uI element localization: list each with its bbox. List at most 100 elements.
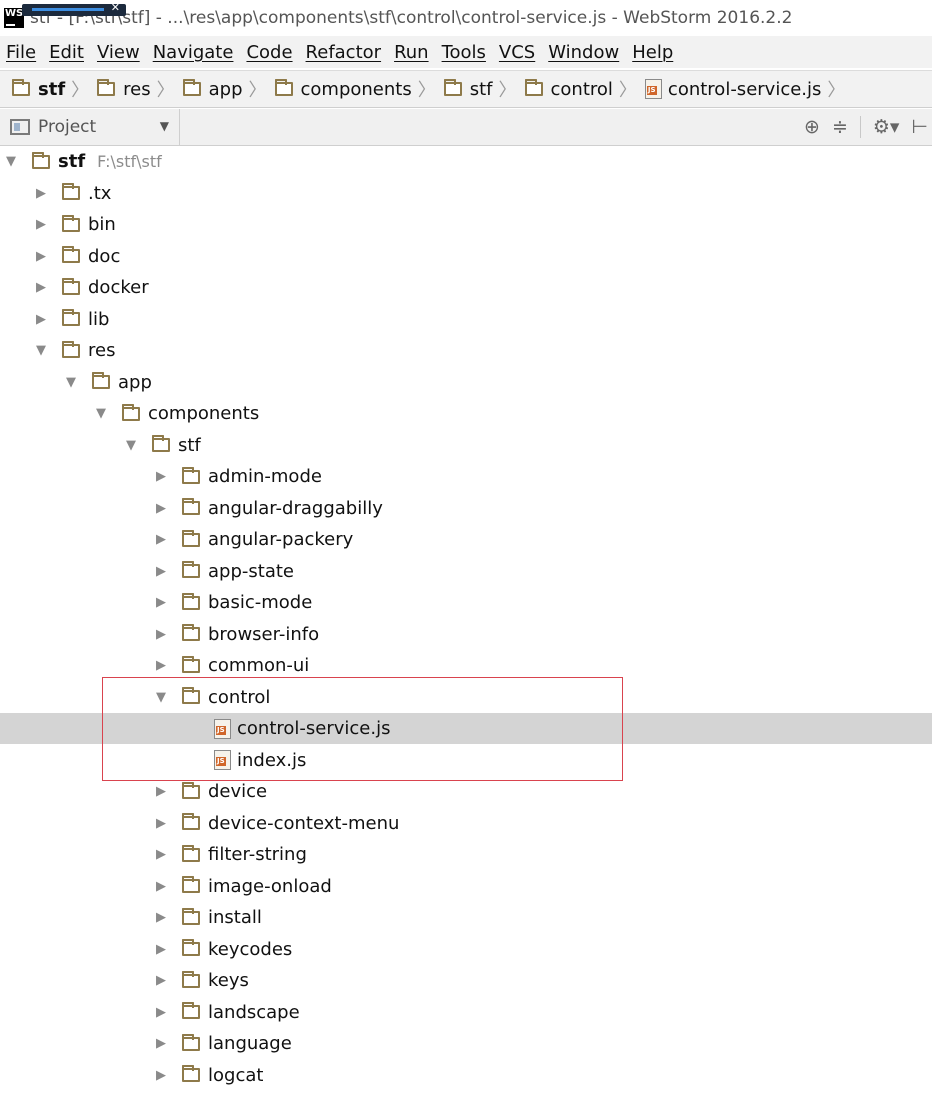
expand-arrow-right-icon[interactable]: ▶ [34,280,48,295]
tree-folder[interactable]: keys [182,970,249,991]
tree-folder[interactable]: device-context-menu [182,813,399,834]
tree-row[interactable]: ▶ admin-mode [0,461,932,492]
tree-row[interactable]: ▼ control [0,682,932,713]
tree-row[interactable]: ▶ install [0,902,932,933]
menu-vcs[interactable]: VCS [499,42,535,63]
tree-row[interactable]: ▼ stf F:\stf\stf [0,146,932,177]
gear-icon[interactable]: ⚙▾ [873,116,900,138]
tree-row[interactable]: ▶ keys [0,965,932,996]
breadcrumb-item[interactable]: res 〉 [97,76,182,102]
expand-arrow-right-icon[interactable]: ▶ [154,1068,168,1083]
tree-folder[interactable]: stf [152,435,201,456]
close-icon[interactable]: ✕ [111,1,120,14]
tree-row[interactable]: ▶ landscape [0,997,932,1028]
breadcrumb-item[interactable]: control 〉 [524,76,645,102]
tree-row[interactable]: ▼ stf [0,430,932,461]
tree-row[interactable]: ▶ app-state [0,556,932,587]
breadcrumb-item[interactable]: JS control-service.js 〉 [644,76,853,102]
menu-tools[interactable]: Tools [442,42,486,63]
tree-folder[interactable]: image-onload [182,876,332,897]
tree-folder[interactable]: app [92,372,152,393]
tree-row[interactable]: ▶ filter-string [0,839,932,870]
expand-arrow-right-icon[interactable]: ▶ [154,1036,168,1051]
expand-arrow-right-icon[interactable]: ▶ [34,186,48,201]
hide-icon[interactable]: ⊢ [911,116,928,138]
tree-row[interactable]: ▼ components [0,398,932,429]
expand-arrow-right-icon[interactable]: ▶ [154,501,168,516]
menu-run[interactable]: Run [394,42,429,63]
tree-folder[interactable]: filter-string [182,844,307,865]
tree-folder[interactable]: basic-mode [182,592,312,613]
expand-arrow-down-icon[interactable]: ▼ [34,343,48,358]
tree-row[interactable]: ▶ basic-mode [0,587,932,618]
tree-row[interactable]: ▶ common-ui [0,650,932,681]
tree-folder[interactable]: device [182,781,267,802]
breadcrumb-item[interactable]: stf 〉 [443,76,525,102]
tree-folder[interactable]: logcat [182,1065,263,1086]
expand-arrow-right-icon[interactable]: ▶ [154,469,168,484]
menu-window[interactable]: Window [548,42,619,63]
expand-arrow-right-icon[interactable]: ▶ [154,627,168,642]
menu-refactor[interactable]: Refactor [306,42,382,63]
menu-code[interactable]: Code [246,42,292,63]
tree-folder[interactable]: common-ui [182,655,309,676]
tree-row[interactable]: ▶ device-context-menu [0,808,932,839]
tree-folder[interactable]: angular-packery [182,529,353,550]
menu-edit[interactable]: Edit [49,42,84,63]
tree-file[interactable]: JS index.js [214,750,306,771]
menu-navigate[interactable]: Navigate [153,42,234,63]
collapse-all-icon[interactable]: ≑ [832,116,848,138]
chevron-down-icon[interactable]: ▼ [160,119,169,133]
tree-folder[interactable]: components [122,403,259,424]
tree-folder[interactable]: language [182,1033,292,1054]
tree-folder[interactable]: res [62,340,115,361]
breadcrumb-item[interactable]: stf 〉 [12,76,97,102]
expand-arrow-down-icon[interactable]: ▼ [154,690,168,705]
tree-folder[interactable]: lib [62,309,109,330]
tree-folder[interactable]: .tx [62,183,111,204]
tree-row[interactable]: JS index.js [0,745,932,776]
tree-row[interactable]: ▶ image-onload [0,871,932,902]
expand-arrow-right-icon[interactable]: ▶ [154,595,168,610]
tree-file[interactable]: JS control-service.js [214,718,390,739]
tree-folder[interactable]: keycodes [182,939,292,960]
tree-folder[interactable]: docker [62,277,149,298]
expand-arrow-down-icon[interactable]: ▼ [64,375,78,390]
expand-arrow-right-icon[interactable]: ▶ [34,312,48,327]
tree-row[interactable]: ▼ res [0,335,932,366]
expand-arrow-right-icon[interactable]: ▶ [154,1005,168,1020]
tree-row[interactable]: ▶ angular-draggabilly [0,493,932,524]
expand-arrow-down-icon[interactable]: ▼ [124,438,138,453]
expand-arrow-right-icon[interactable]: ▶ [154,847,168,862]
tree-row[interactable]: ▶ device [0,776,932,807]
breadcrumb-item[interactable]: components 〉 [274,76,444,102]
expand-arrow-right-icon[interactable]: ▶ [154,942,168,957]
tree-row[interactable]: ▶ lib [0,304,932,335]
tree-folder[interactable]: browser-info [182,624,319,645]
menu-file[interactable]: File [6,42,36,63]
tree-folder[interactable]: admin-mode [182,466,322,487]
expand-arrow-right-icon[interactable]: ▶ [34,249,48,264]
tree-folder[interactable]: stf F:\stf\stf [32,151,162,172]
expand-arrow-right-icon[interactable]: ▶ [154,564,168,579]
tree-folder[interactable]: app-state [182,561,294,582]
tree-row[interactable]: ▶ keycodes [0,934,932,965]
tree-row[interactable]: JS control-service.js [0,713,932,744]
tree-folder[interactable]: angular-draggabilly [182,498,383,519]
tree-row[interactable]: ▼ app [0,367,932,398]
tree-folder[interactable]: doc [62,246,120,267]
expand-arrow-right-icon[interactable]: ▶ [154,816,168,831]
expand-arrow-right-icon[interactable]: ▶ [154,910,168,925]
tree-row[interactable]: ▶ angular-packery [0,524,932,555]
tree-folder[interactable]: install [182,907,262,928]
tree-row[interactable]: ▶ browser-info [0,619,932,650]
tree-row[interactable]: ▶ bin [0,209,932,240]
menu-view[interactable]: View [97,42,140,63]
locate-icon[interactable]: ⊕ [804,116,820,138]
expand-arrow-right-icon[interactable]: ▶ [154,532,168,547]
expand-arrow-right-icon[interactable]: ▶ [34,217,48,232]
tree-row[interactable]: ▶ .tx [0,178,932,209]
tree-folder[interactable]: landscape [182,1002,300,1023]
project-view-selector[interactable]: Project ▼ [0,109,180,145]
tree-row[interactable]: ▶ language [0,1028,932,1059]
